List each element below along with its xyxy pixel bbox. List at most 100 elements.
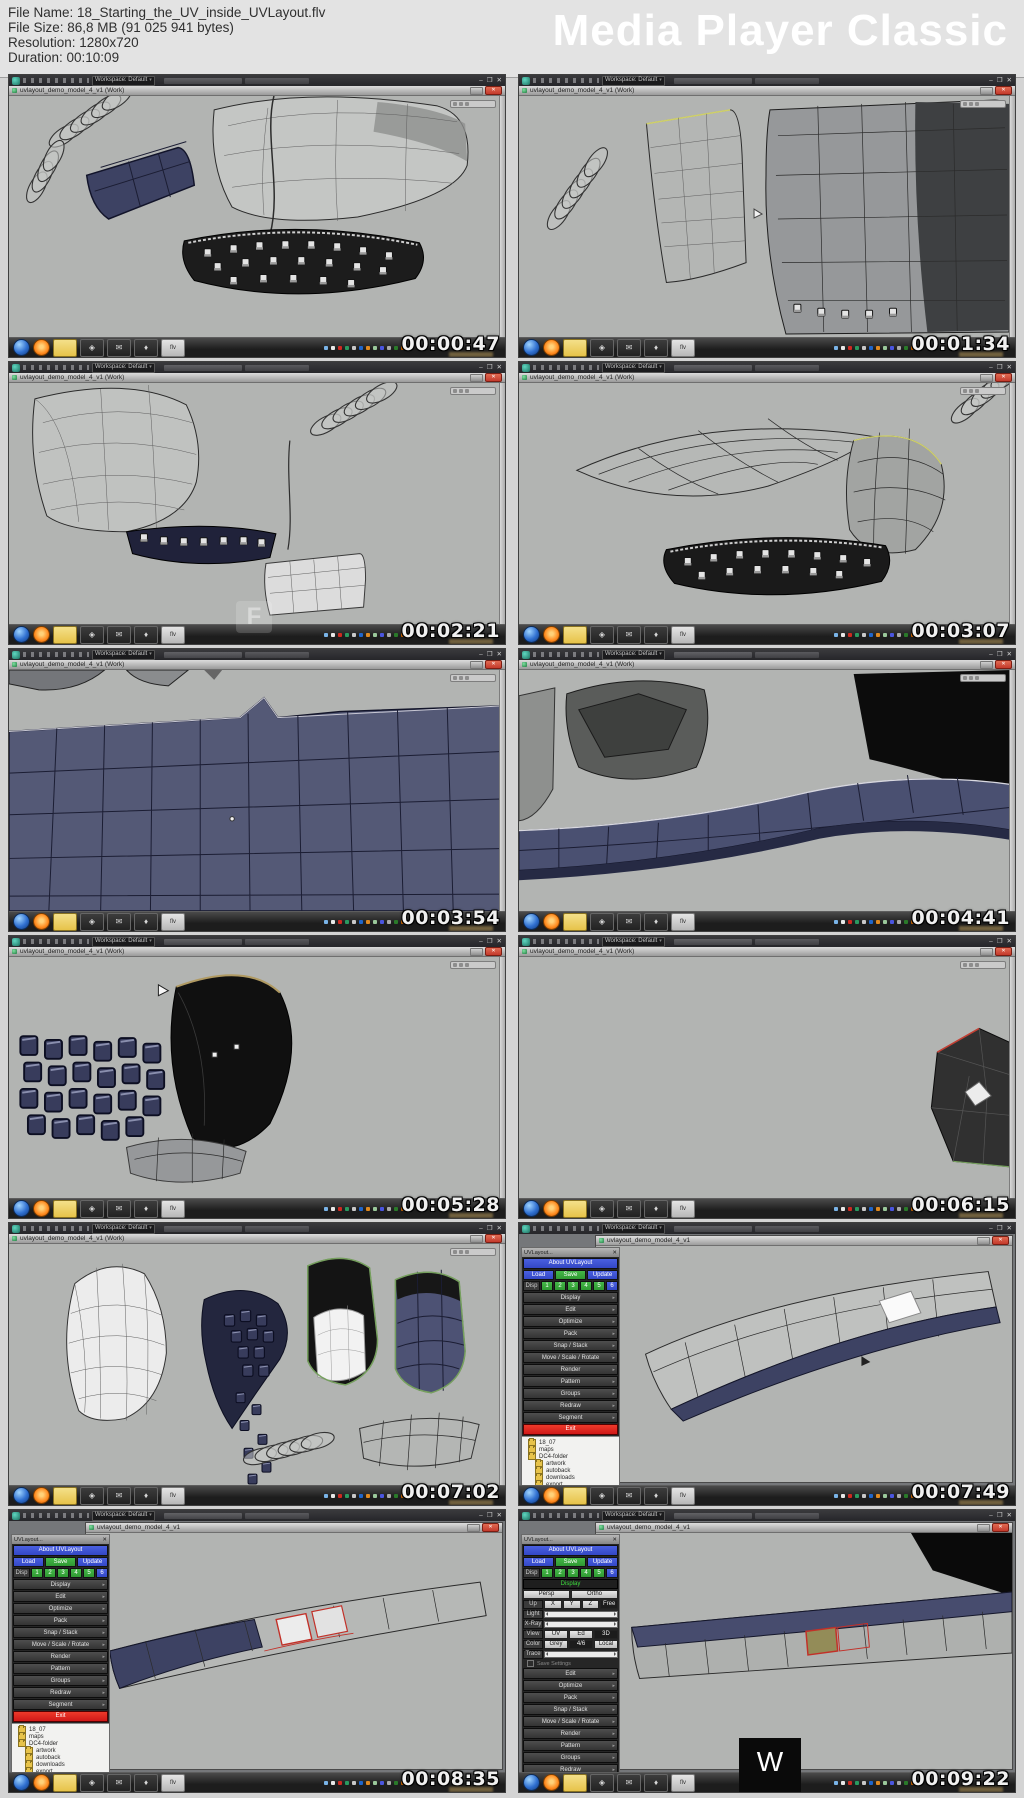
uvlayout-section-button[interactable]: Render bbox=[523, 1728, 618, 1739]
disp-number-button[interactable]: 3 bbox=[57, 1568, 69, 1578]
uvlayout-section-button[interactable]: Segment bbox=[523, 1412, 618, 1423]
minimize-icon[interactable]: – bbox=[479, 1224, 483, 1234]
uvlayout-section-button[interactable]: Move / Scale / Rotate bbox=[13, 1639, 108, 1650]
taskbar-app-icon[interactable]: ♦ bbox=[134, 625, 158, 644]
disp-number-button[interactable]: 4 bbox=[580, 1281, 592, 1291]
close-button[interactable]: ✕ bbox=[485, 947, 502, 956]
load-button[interactable]: Load bbox=[13, 1557, 44, 1567]
browser-folder-row[interactable]: DC4-folder bbox=[18, 1739, 107, 1747]
maximize-icon[interactable]: ❐ bbox=[487, 1511, 493, 1521]
update-button[interactable]: Update bbox=[587, 1557, 618, 1567]
uvlayout-section-button[interactable]: Snap / Stack bbox=[523, 1340, 618, 1351]
uvlayout-section-button[interactable]: Optimize bbox=[13, 1603, 108, 1614]
uvlayout-section-button[interactable]: Pattern bbox=[523, 1376, 618, 1387]
firefox-icon[interactable] bbox=[543, 1774, 560, 1791]
close-icon[interactable]: ✕ bbox=[612, 1250, 617, 1256]
workspace-selector[interactable]: Workspace: Default ▾ bbox=[602, 1510, 665, 1521]
scrollbar[interactable] bbox=[1009, 957, 1015, 1198]
uvlayout-section-button[interactable]: Move / Scale / Rotate bbox=[523, 1716, 618, 1727]
maximize-icon[interactable]: ❐ bbox=[487, 76, 493, 86]
uvlayout-section-button[interactable]: Groups bbox=[523, 1752, 618, 1763]
firefox-icon[interactable] bbox=[543, 1200, 560, 1217]
close-button[interactable]: ✕ bbox=[995, 660, 1012, 669]
browser-folder-row[interactable]: downloads bbox=[528, 1473, 617, 1481]
uvlayout-section-button[interactable]: Optimize bbox=[523, 1316, 618, 1327]
viewport-controls[interactable] bbox=[960, 674, 1006, 682]
disp-number-button[interactable]: 5 bbox=[83, 1568, 95, 1578]
maximize-icon[interactable]: ❐ bbox=[997, 650, 1003, 660]
explorer-icon[interactable] bbox=[563, 338, 587, 357]
taskbar-app-icon[interactable]: flv bbox=[671, 1486, 695, 1505]
taskbar-app-icon[interactable]: ◈ bbox=[590, 912, 614, 931]
disp-number-button[interactable]: 5 bbox=[593, 1281, 605, 1291]
taskbar-app-icon[interactable]: ♦ bbox=[644, 338, 668, 357]
disp-number-button[interactable]: 2 bbox=[44, 1568, 56, 1578]
start-button[interactable] bbox=[13, 1487, 30, 1504]
taskbar-app-icon[interactable]: flv bbox=[671, 625, 695, 644]
maximize-icon[interactable]: ❐ bbox=[487, 1224, 493, 1234]
close-icon[interactable]: ✕ bbox=[497, 650, 502, 660]
uvlayout-section-button[interactable]: Snap / Stack bbox=[13, 1627, 108, 1638]
trace-slider[interactable] bbox=[544, 1651, 618, 1658]
uvlayout-section-button[interactable]: Edit bbox=[523, 1668, 618, 1679]
firefox-icon[interactable] bbox=[543, 339, 560, 356]
viewport-controls[interactable] bbox=[450, 387, 496, 395]
close-button[interactable]: ✕ bbox=[995, 947, 1012, 956]
firefox-icon[interactable] bbox=[543, 913, 560, 930]
viewport-controls[interactable] bbox=[960, 100, 1006, 108]
disp-number-button[interactable]: 4 bbox=[70, 1568, 82, 1578]
taskbar-app-icon[interactable]: ◈ bbox=[80, 338, 104, 357]
minimize-icon[interactable]: – bbox=[989, 650, 993, 660]
firefox-icon[interactable] bbox=[33, 913, 50, 930]
minimize-icon[interactable]: – bbox=[989, 363, 993, 373]
taskbar-app-icon[interactable]: flv bbox=[161, 1773, 185, 1792]
disp-number-button[interactable]: 4 bbox=[580, 1568, 592, 1578]
menu-icons[interactable] bbox=[23, 1513, 89, 1518]
close-button[interactable]: ✕ bbox=[482, 1523, 499, 1532]
taskbar-app-icon[interactable]: ♦ bbox=[644, 625, 668, 644]
minimize-icon[interactable]: – bbox=[479, 76, 483, 86]
taskbar-app-icon[interactable]: ◈ bbox=[590, 1199, 614, 1218]
taskbar-app-icon[interactable]: ✉ bbox=[107, 1199, 131, 1218]
taskbar-app-icon[interactable]: ♦ bbox=[134, 1199, 158, 1218]
taskbar-app-icon[interactable]: ◈ bbox=[80, 625, 104, 644]
taskbar-app-icon[interactable]: ✉ bbox=[617, 1773, 641, 1792]
explorer-icon[interactable] bbox=[53, 625, 77, 644]
display-section-header[interactable]: Display bbox=[523, 1579, 618, 1589]
start-button[interactable] bbox=[13, 626, 30, 643]
explorer-icon[interactable] bbox=[563, 625, 587, 644]
taskbar-app-icon[interactable]: flv bbox=[671, 338, 695, 357]
firefox-icon[interactable] bbox=[33, 1200, 50, 1217]
display-option-button[interactable]: UV bbox=[544, 1630, 568, 1639]
taskbar-app-icon[interactable]: flv bbox=[161, 1486, 185, 1505]
disp-number-button[interactable]: 2 bbox=[554, 1568, 566, 1578]
taskbar-app-icon[interactable]: ✉ bbox=[617, 338, 641, 357]
menu-icons[interactable] bbox=[533, 78, 599, 83]
minimize-icon[interactable]: – bbox=[989, 937, 993, 947]
uvlayout-section-button[interactable]: Edit bbox=[13, 1591, 108, 1602]
menu-icons[interactable] bbox=[23, 652, 89, 657]
about-uvlayout-button[interactable]: About UVLayout bbox=[523, 1258, 618, 1269]
save-button[interactable]: Save bbox=[555, 1270, 586, 1280]
disp-number-button[interactable]: 6 bbox=[606, 1281, 618, 1291]
browser-folder-row[interactable]: maps bbox=[528, 1445, 617, 1453]
taskbar-app-icon[interactable]: ◈ bbox=[590, 1486, 614, 1505]
uvlayout-section-button[interactable]: Redraw bbox=[523, 1400, 618, 1411]
close-button[interactable]: ✕ bbox=[485, 86, 502, 95]
minimize-icon[interactable]: – bbox=[479, 363, 483, 373]
browser-folder-row[interactable]: export bbox=[18, 1767, 107, 1772]
start-button[interactable] bbox=[13, 339, 30, 356]
about-uvlayout-button[interactable]: About UVLayout bbox=[13, 1545, 108, 1556]
taskbar-app-icon[interactable]: flv bbox=[671, 1773, 695, 1792]
maximize-icon[interactable]: ❐ bbox=[487, 937, 493, 947]
menu-icons[interactable] bbox=[23, 939, 89, 944]
workspace-selector[interactable]: Workspace: Default ▾ bbox=[602, 75, 665, 86]
uvlayout-section-button[interactable]: Pattern bbox=[13, 1663, 108, 1674]
viewport-controls[interactable] bbox=[450, 1248, 496, 1256]
menu-icons[interactable] bbox=[23, 365, 89, 370]
browser-folder-row[interactable]: autoback bbox=[18, 1753, 107, 1761]
taskbar-app-icon[interactable]: ◈ bbox=[80, 1773, 104, 1792]
firefox-icon[interactable] bbox=[33, 1487, 50, 1504]
firefox-icon[interactable] bbox=[543, 626, 560, 643]
close-icon[interactable]: ✕ bbox=[1007, 76, 1012, 86]
